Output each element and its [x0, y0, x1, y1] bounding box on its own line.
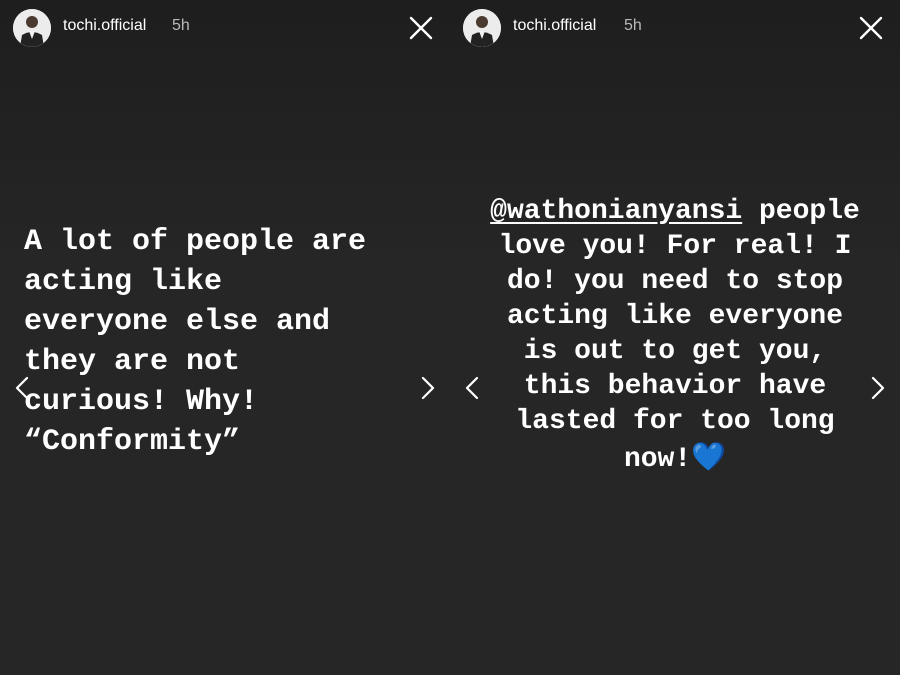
chevron-left-icon[interactable]	[12, 372, 32, 404]
chevron-right-icon[interactable]	[868, 372, 888, 404]
avatar[interactable]	[13, 9, 51, 47]
username[interactable]: tochi.official	[63, 17, 146, 35]
close-icon[interactable]	[405, 12, 437, 44]
blue-heart-emoji: 💙	[691, 440, 727, 473]
close-icon[interactable]	[855, 12, 887, 44]
timestamp: 5h	[624, 17, 642, 34]
story-panel-right: tochi.official 5h @wathonianyansi people…	[450, 0, 900, 675]
story-text-line1: people	[742, 196, 860, 227]
avatar[interactable]	[463, 9, 501, 47]
chevron-right-icon[interactable]	[418, 372, 438, 404]
story-header: tochi.official 5h	[0, 0, 450, 56]
username[interactable]: tochi.official	[513, 17, 596, 35]
story-text: @wathonianyansi people love you! For rea…	[458, 194, 892, 477]
story-header: tochi.official 5h	[450, 0, 900, 56]
story-text: A lot of people are acting like everyone…	[24, 225, 367, 459]
chevron-left-icon[interactable]	[462, 372, 482, 404]
story-panel-left: tochi.official 5h A lot of people are ac…	[0, 0, 450, 675]
timestamp: 5h	[172, 17, 190, 34]
mention-link[interactable]: @wathonianyansi	[490, 196, 742, 227]
story-text-body: love you! For real! I do! you need to st…	[498, 231, 852, 475]
